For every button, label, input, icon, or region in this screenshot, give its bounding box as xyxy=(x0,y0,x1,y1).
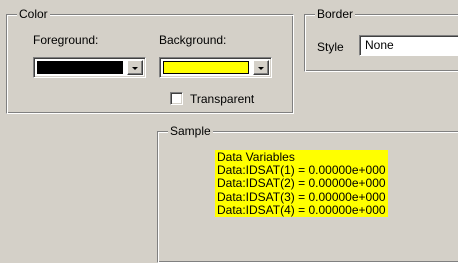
border-group: Border Style None xyxy=(304,7,458,72)
background-label: Background: xyxy=(159,33,227,47)
foreground-color-swatch xyxy=(37,61,123,74)
sample-line: Data:IDSAT(3) = 0.00000e+000 xyxy=(217,189,386,204)
border-group-title: Border xyxy=(315,7,356,21)
sample-line: Data:IDSAT(2) = 0.00000e+000 xyxy=(217,176,386,191)
color-group-title: Color xyxy=(17,7,50,21)
background-color-swatch xyxy=(163,61,249,74)
foreground-dropdown-arrow-icon[interactable] xyxy=(127,60,143,75)
border-style-combo[interactable]: None xyxy=(359,35,458,56)
sample-line: Data:IDSAT(4) = 0.00000e+000 xyxy=(217,202,386,217)
foreground-color-combo[interactable] xyxy=(33,57,146,78)
background-color-combo[interactable] xyxy=(159,57,272,78)
border-style-value: None xyxy=(365,38,394,52)
sample-group-title: Sample xyxy=(168,124,213,138)
sample-preview: Data Variables Data:IDSAT(1) = 0.00000e+… xyxy=(215,150,388,218)
style-label: Style xyxy=(317,40,344,54)
sample-group: Sample Data Variables Data:IDSAT(1) = 0.… xyxy=(157,124,458,263)
color-group: Color Foreground: Background: Transparen… xyxy=(6,7,294,114)
background-dropdown-arrow-icon[interactable] xyxy=(253,60,269,75)
transparent-label[interactable]: Transparent xyxy=(190,92,254,106)
transparent-checkbox[interactable] xyxy=(170,92,183,105)
foreground-label: Foreground: xyxy=(33,33,99,47)
